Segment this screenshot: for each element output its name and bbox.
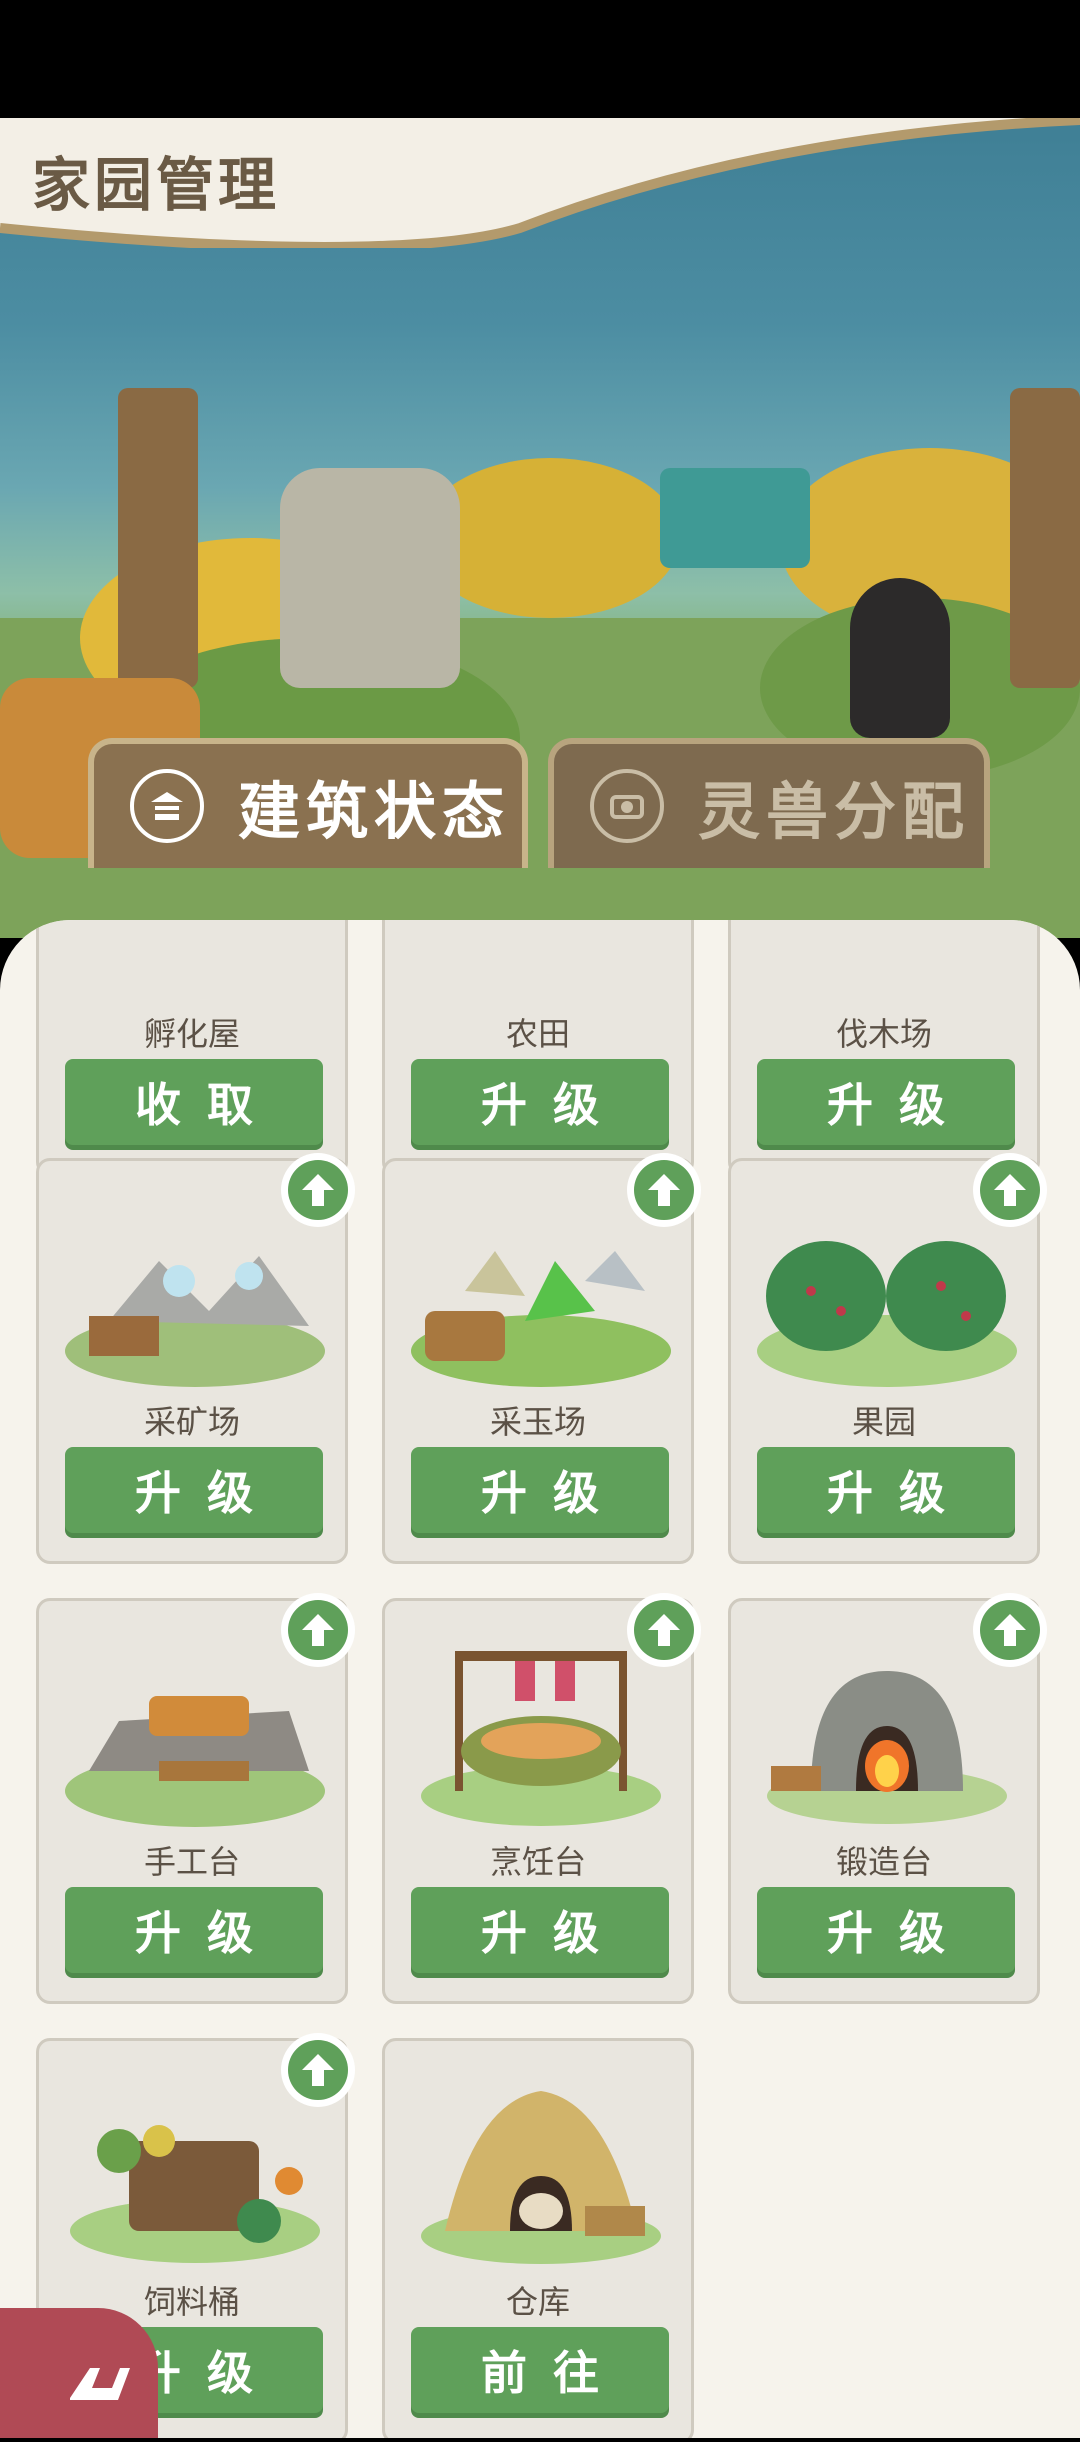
- building-name: 仓库: [505, 2283, 570, 2321]
- building-name: 手工台: [143, 1843, 240, 1881]
- building-name: 农田: [505, 1015, 570, 1053]
- upgrade-button[interactable]: 升级: [411, 1447, 669, 1533]
- building-name: 果园: [851, 1403, 916, 1441]
- upgrade-arrow-icon[interactable]: [627, 1153, 701, 1227]
- upgrade-arrow-icon[interactable]: [281, 1593, 355, 1667]
- building-card-cooking-table[interactable]: 烹饪台 升级: [382, 1593, 701, 2004]
- feed-bucket-image: [59, 2081, 331, 2271]
- building-card-hatchery[interactable]: 孵化屋 收取: [36, 920, 348, 1176]
- building-name: 烹饪台: [489, 1843, 586, 1881]
- upgrade-button[interactable]: 升级: [411, 1887, 669, 1973]
- jade-quarry-image: [405, 1201, 677, 1391]
- status-bar: [0, 0, 1080, 118]
- orchard-image: [751, 1201, 1023, 1391]
- upgrade-arrow-icon[interactable]: [627, 1593, 701, 1667]
- camera-icon: [590, 769, 664, 843]
- tab-label: 建筑状态: [238, 775, 511, 848]
- mine-image: [59, 1201, 331, 1391]
- page-title: 家园管理: [32, 151, 281, 219]
- forge-image: [751, 1641, 1023, 1831]
- shortcut-button[interactable]: [0, 2308, 158, 2438]
- jade-chest: [660, 468, 810, 568]
- building-card-forge[interactable]: 锻造台 升级: [728, 1593, 1047, 2004]
- wooden-totem: [118, 388, 198, 688]
- crafting-table-image: [59, 1641, 331, 1831]
- stone-statue: [280, 468, 460, 688]
- tab-beast-assignment[interactable]: 灵兽分配: [548, 738, 990, 868]
- tab-building-status[interactable]: 建筑状态: [88, 738, 528, 868]
- upgrade-button[interactable]: 升级: [65, 1887, 323, 1973]
- upgrade-arrow-icon[interactable]: [281, 2033, 355, 2107]
- building-card-lumberyard[interactable]: 伐木场 升级: [728, 920, 1040, 1176]
- upgrade-button[interactable]: 升级: [757, 1447, 1015, 1533]
- collect-button[interactable]: 收取: [65, 1059, 323, 1145]
- warehouse-image: [405, 2081, 677, 2271]
- upgrade-button[interactable]: 升级: [757, 1059, 1015, 1145]
- building-name: 孵化屋: [143, 1015, 240, 1053]
- upgrade-arrow-icon[interactable]: [973, 1153, 1047, 1227]
- building-card-mine[interactable]: 采矿场 升级: [36, 1153, 355, 1564]
- upgrade-button[interactable]: 升级: [757, 1887, 1015, 1973]
- building-card-warehouse[interactable]: 仓库 前往: [382, 2038, 694, 2438]
- upgrade-arrow-icon[interactable]: [281, 1153, 355, 1227]
- go-button[interactable]: 前往: [411, 2327, 669, 2413]
- building-card-orchard[interactable]: 果园 升级: [728, 1153, 1047, 1564]
- cooking-table-image: [405, 1641, 677, 1831]
- building-card-crafting-table[interactable]: 手工台 升级: [36, 1593, 355, 2004]
- building-panel[interactable]: 孵化屋 收取 农田 升级 伐木场 升级 采矿场 升级 采玉场 升级 果园 升级: [0, 920, 1080, 2438]
- building-name: 伐木场: [835, 1015, 932, 1053]
- wooden-totem: [1010, 388, 1080, 688]
- shortcut-icon: [70, 2368, 130, 2400]
- building-name: 采矿场: [143, 1403, 240, 1441]
- building-card-farmland[interactable]: 农田 升级: [382, 920, 694, 1176]
- building-icon: [130, 769, 204, 843]
- building-card-jade-quarry[interactable]: 采玉场 升级: [382, 1153, 701, 1564]
- upgrade-button[interactable]: 升级: [65, 1447, 323, 1533]
- upgrade-arrow-icon[interactable]: [973, 1593, 1047, 1667]
- building-name: 采玉场: [489, 1403, 586, 1441]
- building-name: 锻造台: [835, 1843, 932, 1881]
- character-avatar[interactable]: [850, 578, 950, 738]
- tab-label: 灵兽分配: [698, 775, 971, 848]
- upgrade-button[interactable]: 升级: [411, 1059, 669, 1145]
